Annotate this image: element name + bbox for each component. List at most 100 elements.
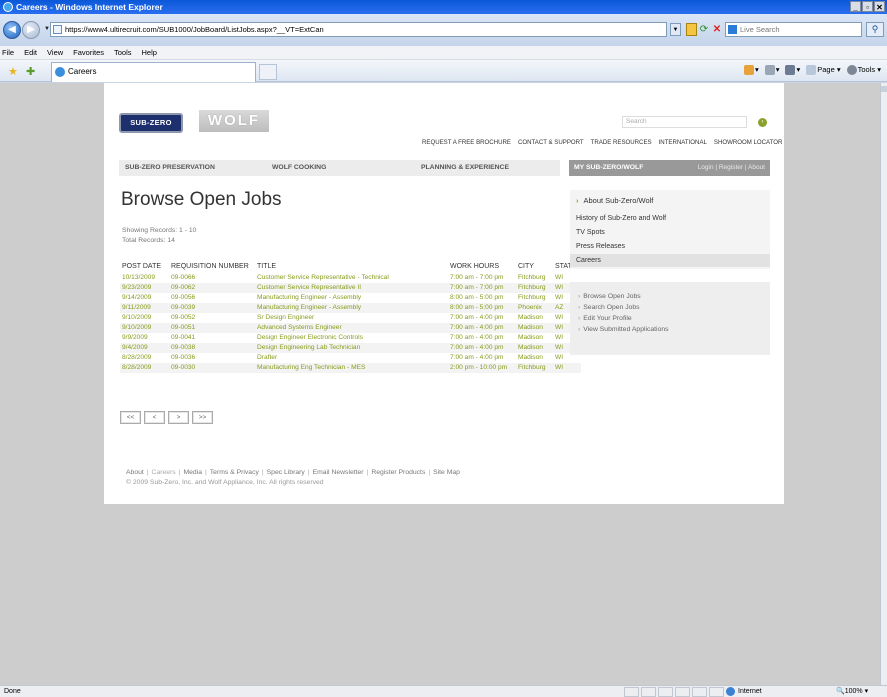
menu-favorites[interactable]: Favorites xyxy=(73,48,104,57)
footer-link[interactable]: About xyxy=(126,469,144,476)
table-row[interactable]: 9/9/2009 09-0041 Design Engineer Electroni… xyxy=(120,333,581,343)
table-row[interactable]: 9/10/2009 09-0051 Advanced Systems Enginee… xyxy=(120,323,581,333)
cell-work-hours[interactable]: 2:00 pm - 10:00 pm xyxy=(448,363,516,373)
cell-post-date[interactable]: 9/10/2009 xyxy=(120,313,169,323)
footer-link[interactable]: Terms & Privacy xyxy=(210,469,259,476)
cell-post-date[interactable]: 8/28/2009 xyxy=(120,363,169,373)
add-favorite-icon[interactable]: ✚ xyxy=(26,65,35,78)
cell-requisition-number[interactable]: 09-0056 xyxy=(169,293,255,303)
scroll-up-arrow[interactable] xyxy=(881,86,887,92)
nav-planning-experience[interactable]: PLANNING & EXPERIENCE xyxy=(421,160,509,176)
tools-menu[interactable]: Tools ▾ xyxy=(846,65,881,76)
link-browse-open-jobs[interactable]: › Browse Open Jobs xyxy=(578,293,641,300)
new-tab-button[interactable] xyxy=(259,64,277,80)
minimize-button[interactable]: _ xyxy=(850,1,861,12)
cell-post-date[interactable]: 9/14/2009 xyxy=(120,293,169,303)
cell-job-title[interactable]: Manufacturing Eng Technician - MES xyxy=(255,363,448,373)
cell-work-hours[interactable]: 7:00 am - 4:00 pm xyxy=(448,353,516,363)
cell-requisition-number[interactable]: 09-0051 xyxy=(169,323,255,333)
table-row[interactable]: 9/11/2009 09-0039 Manufacturing Engineer -… xyxy=(120,303,581,313)
cell-city[interactable]: Fitchburg xyxy=(516,273,553,283)
table-row[interactable]: 9/10/2009 09-0052 Sr Design Engineer 7:00 a… xyxy=(120,313,581,323)
cell-post-date[interactable]: 9/9/2009 xyxy=(120,333,169,343)
close-button[interactable]: ✕ xyxy=(874,1,885,12)
print-icon[interactable]: ▾ xyxy=(785,65,800,76)
my-subzero-label[interactable]: MY SUB-ZERO/WOLF xyxy=(574,164,643,171)
security-zone[interactable]: Internet xyxy=(726,686,762,697)
table-row[interactable]: 9/4/2009 09-0038 Design Engineering Lab Te… xyxy=(120,343,581,353)
cell-work-hours[interactable]: 8:00 am - 5:00 pm xyxy=(448,293,516,303)
cell-job-title[interactable]: Design Engineering Lab Technician xyxy=(255,343,448,353)
cell-post-date[interactable]: 8/28/2009 xyxy=(120,353,169,363)
cell-job-title[interactable]: Advanced Systems Engineer xyxy=(255,323,448,333)
footer-link[interactable]: Register Products xyxy=(371,469,425,476)
menu-tools[interactable]: Tools xyxy=(114,48,132,57)
favorites-star-icon[interactable]: ★ xyxy=(8,65,18,78)
sidebar-item-history[interactable]: History of Sub-Zero and Wolf xyxy=(570,212,770,225)
table-row[interactable]: 8/28/2009 09-0036 Drafter 7:00 am - 4:00 pm… xyxy=(120,353,581,363)
link-view-applications[interactable]: › View Submitted Applications xyxy=(578,326,669,333)
cell-post-date[interactable]: 9/11/2009 xyxy=(120,303,169,313)
cell-city[interactable]: Madison xyxy=(516,353,553,363)
util-showroom-link[interactable]: SHOWROOM LOCATOR xyxy=(714,139,783,146)
link-search-open-jobs[interactable]: › Search Open Jobs xyxy=(578,304,640,311)
vertical-scrollbar[interactable] xyxy=(880,83,887,685)
live-search-input[interactable]: Live Search xyxy=(725,22,862,37)
cell-city[interactable]: Madison xyxy=(516,333,553,343)
cell-job-title[interactable]: Sr Design Engineer xyxy=(255,313,448,323)
footer-link[interactable]: Careers xyxy=(152,469,176,476)
col-work-hours[interactable]: WORK HOURS xyxy=(448,259,516,273)
first-page-button[interactable]: << xyxy=(120,411,141,424)
zoom-level[interactable]: 🔍100% ▾ xyxy=(836,686,868,697)
search-icon[interactable]: ⚲ xyxy=(866,22,884,37)
nav-wolf-cooking[interactable]: WOLF COOKING xyxy=(272,160,326,176)
wolf-logo[interactable]: WOLF xyxy=(199,110,269,132)
last-page-button[interactable]: >> xyxy=(192,411,213,424)
cell-requisition-number[interactable]: 09-0052 xyxy=(169,313,255,323)
cell-post-date[interactable]: 9/4/2009 xyxy=(120,343,169,353)
table-row[interactable]: 8/28/2009 09-0030 Manufacturing Eng Techni… xyxy=(120,363,581,373)
forward-button[interactable]: ▶ xyxy=(22,21,40,39)
login-register-about-links[interactable]: Login | Register | About xyxy=(698,160,765,176)
cell-city[interactable]: Madison xyxy=(516,343,553,353)
sidebar-item-careers[interactable]: Careers xyxy=(570,254,770,267)
tab-careers[interactable]: Careers xyxy=(51,62,256,82)
cell-work-hours[interactable]: 7:00 am - 4:00 pm xyxy=(448,343,516,353)
home-icon[interactable]: ▾ xyxy=(743,65,759,76)
about-heading[interactable]: › About Sub-Zero/Wolf xyxy=(576,196,653,205)
menu-help[interactable]: Help xyxy=(142,48,157,57)
cell-city[interactable]: Fitchburg xyxy=(516,283,553,293)
cell-requisition-number[interactable]: 09-0038 xyxy=(169,343,255,353)
cell-city[interactable]: Madison xyxy=(516,323,553,333)
table-row[interactable]: 10/13/2009 09-0066 Customer Service Repres… xyxy=(120,273,581,283)
sidebar-item-tv-spots[interactable]: TV Spots xyxy=(570,226,770,239)
col-post-date[interactable]: POST DATE xyxy=(120,259,169,273)
cell-city[interactable]: Phoenix xyxy=(516,303,553,313)
link-edit-profile[interactable]: › Edit Your Profile xyxy=(578,315,632,322)
cell-city[interactable]: Fitchburg xyxy=(516,293,553,303)
address-bar[interactable]: https://www4.ultirecruit.com/SUB1000/Job… xyxy=(50,22,667,37)
page-menu[interactable]: Page ▾ xyxy=(806,65,841,76)
cell-requisition-number[interactable]: 09-0062 xyxy=(169,283,255,293)
col-title[interactable]: TITLE xyxy=(255,259,448,273)
refresh-icon[interactable]: ⟳ xyxy=(698,23,710,36)
cell-work-hours[interactable]: 7:00 am - 4:00 pm xyxy=(448,323,516,333)
cell-job-title[interactable]: Manufacturing Engineer - Assembly xyxy=(255,293,448,303)
site-search-input[interactable]: Search xyxy=(622,116,747,128)
cell-requisition-number[interactable]: 09-0066 xyxy=(169,273,255,283)
footer-link[interactable]: Email Newsletter xyxy=(313,469,364,476)
search-go-icon[interactable]: › xyxy=(758,118,767,127)
util-contact-link[interactable]: CONTACT & SUPPORT xyxy=(518,139,584,146)
footer-link[interactable]: Media xyxy=(183,469,202,476)
cell-state[interactable]: WI xyxy=(553,363,581,373)
sidebar-item-press-releases[interactable]: Press Releases xyxy=(570,240,770,253)
footer-link[interactable]: Site Map xyxy=(433,469,460,476)
cell-work-hours[interactable]: 7:00 am - 7:00 pm xyxy=(448,283,516,293)
cell-job-title[interactable]: Customer Service Representative II xyxy=(255,283,448,293)
cell-job-title[interactable]: Manufacturing Engineer - Assembly xyxy=(255,303,448,313)
col-requisition-number[interactable]: REQUISITION NUMBER xyxy=(169,259,255,273)
cell-work-hours[interactable]: 8:00 am - 5:00 pm xyxy=(448,303,516,313)
col-city[interactable]: CITY xyxy=(516,259,553,273)
subzero-logo[interactable]: SUB-ZERO xyxy=(119,113,183,133)
back-button[interactable]: ◀ xyxy=(3,21,21,39)
